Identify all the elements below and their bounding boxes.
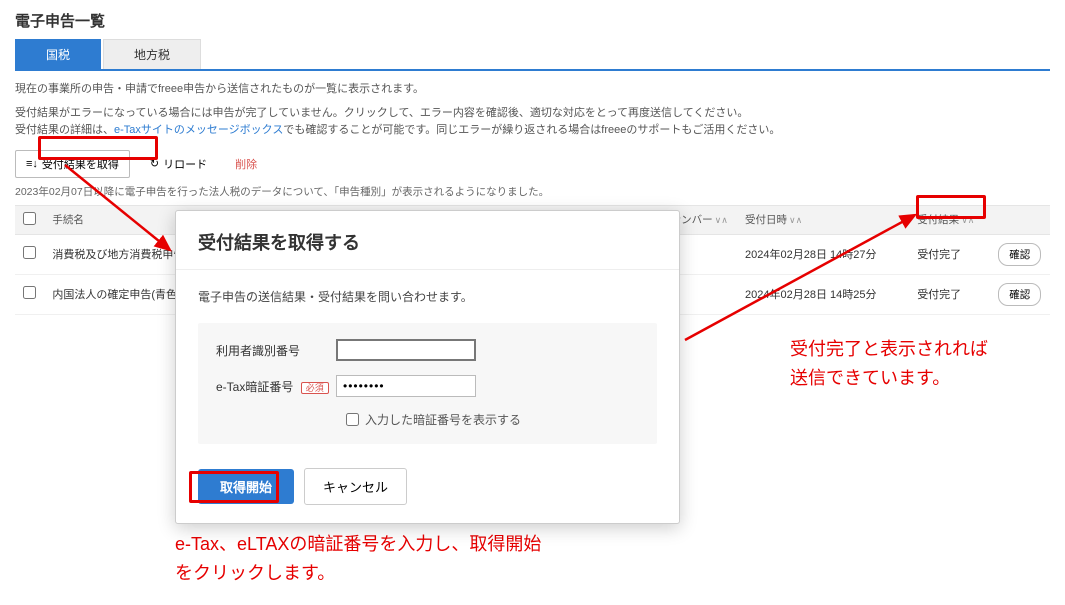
fetch-label: 受付結果を取得 [42, 156, 119, 172]
pw-label: e-Tax暗証番号 必須 [216, 378, 336, 395]
desc2a: 受付結果がエラーになっている場合には申告が完了していません。クリックして、エラー… [15, 107, 748, 119]
reload-label: リロード [163, 156, 207, 172]
select-all-checkbox[interactable] [23, 212, 36, 225]
row-date: 2024年02月28日 14時25分 [737, 274, 909, 314]
row-checkbox[interactable] [23, 286, 36, 299]
row-checkbox[interactable] [23, 246, 36, 259]
sort-icon: ∨∧ [789, 215, 802, 225]
start-fetch-button[interactable]: 取得開始 [198, 469, 294, 504]
annotation-text-right: 受付完了と表示されれば 送信できています。 [790, 335, 988, 393]
annotation-text-bottom: e-Tax、eLTAXの暗証番号を入力し、取得開始 をクリックします。 [175, 530, 541, 588]
tabs: 国税 地方税 [15, 39, 1050, 71]
tab-national[interactable]: 国税 [15, 39, 101, 69]
fetch-results-modal: 受付結果を取得する 電子申告の送信結果・受付結果を問い合わせます。 利用者識別番… [175, 210, 680, 524]
etax-link[interactable]: e-Taxサイトのメッセージボックス [114, 124, 283, 136]
etax-password-input[interactable] [336, 375, 476, 397]
list-notice: 2023年02月07日以降に電子申告を行った法人税のデータについて、「申告種別」… [15, 184, 1050, 199]
page-title: 電子申告一覧 [15, 10, 1050, 31]
row-result: 受付完了 [909, 274, 990, 314]
tab-local[interactable]: 地方税 [103, 39, 201, 69]
reload-icon: ↻ [150, 157, 159, 170]
row-result: 受付完了 [909, 234, 990, 274]
col-result[interactable]: 受付結果∨∧ [909, 205, 990, 234]
desc-line-1: 現在の事業所の申告・申請でfreee申告から送信されたものが一覧に表示されます。 [15, 81, 1050, 99]
modal-message: 電子申告の送信結果・受付結果を問い合わせます。 [198, 288, 657, 305]
reload-button[interactable]: ↻ リロード [142, 151, 215, 177]
confirm-button[interactable]: 確認 [998, 283, 1041, 306]
required-badge: 必須 [301, 382, 329, 394]
desc-line-2: 受付結果がエラーになっている場合には申告が完了していません。クリックして、エラー… [15, 105, 1050, 140]
download-icon: ≡↓ [26, 158, 38, 170]
desc2b-post: でも確認することが可能です。同じエラーが繰り返される場合はfreeeのサポートも… [283, 124, 780, 136]
modal-title: 受付結果を取得する [176, 211, 679, 270]
user-id-input[interactable] [336, 339, 476, 361]
confirm-button[interactable]: 確認 [998, 243, 1041, 266]
toolbar: ≡↓ 受付結果を取得 ↻ リロード 削除 [15, 150, 1050, 178]
cancel-button[interactable]: キャンセル [304, 468, 407, 505]
sort-icon: ∨∧ [715, 215, 728, 225]
row-date: 2024年02月28日 14時27分 [737, 234, 909, 274]
desc2b-pre: 受付結果の詳細は、 [15, 124, 114, 136]
sort-icon: ∨∧ [961, 215, 974, 225]
show-password-checkbox[interactable] [346, 413, 359, 426]
col-date[interactable]: 受付日時∨∧ [737, 205, 909, 234]
show-password-label: 入力した暗証番号を表示する [365, 411, 521, 428]
fetch-results-button[interactable]: ≡↓ 受付結果を取得 [15, 150, 130, 178]
id-label: 利用者識別番号 [216, 342, 336, 359]
delete-button[interactable]: 削除 [227, 151, 265, 177]
